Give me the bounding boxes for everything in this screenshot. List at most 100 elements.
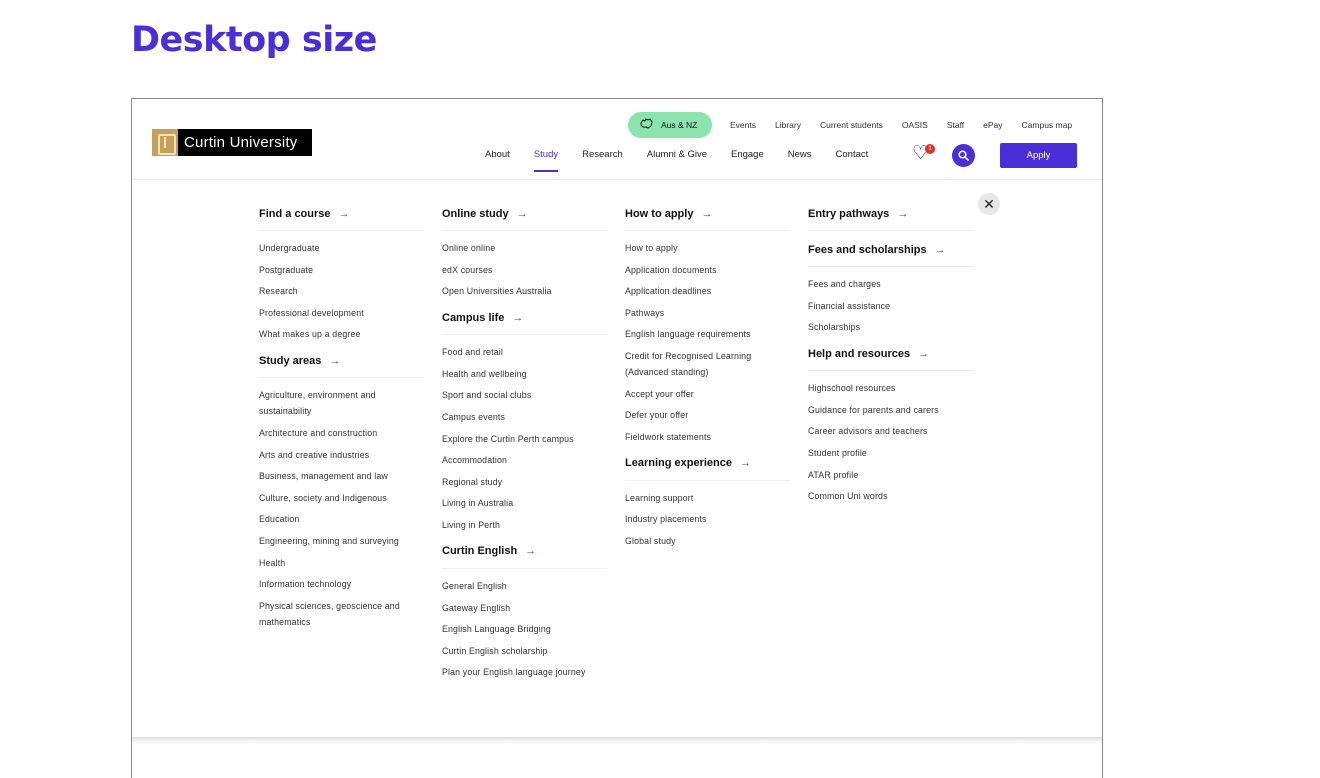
- menu-link-research[interactable]: Research: [259, 283, 429, 299]
- menu-link-campus-events[interactable]: Campus events: [442, 409, 612, 425]
- arrow-right-icon: →: [918, 347, 930, 360]
- menu-link-accept-your-offer[interactable]: Accept your offer: [625, 386, 795, 402]
- menu-link-general-english[interactable]: General English: [442, 578, 612, 594]
- nav-item-news[interactable]: News: [788, 149, 812, 160]
- menu-link-professional-development[interactable]: Professional development: [259, 305, 429, 321]
- menu-column-4: Entry pathways → Fees and scholarships → Fee…: [808, 205, 978, 514]
- close-menu-button[interactable]: ✕: [978, 193, 1000, 215]
- menu-link-financial-assistance[interactable]: Financial assistance: [808, 298, 978, 314]
- menu-link-accommodation[interactable]: Accommodation: [442, 452, 612, 468]
- arrow-right-icon: →: [740, 457, 751, 470]
- menu-link-pathways[interactable]: Pathways: [625, 305, 795, 321]
- menu-link-open-universities-australia[interactable]: Open Universities Australia: [442, 283, 612, 299]
- section-title-how-to-apply[interactable]: How to apply →: [625, 205, 795, 222]
- util-link-staff[interactable]: Staff: [947, 120, 964, 130]
- section-title-entry-pathways[interactable]: Entry pathways →: [808, 205, 978, 222]
- nav-item-alumni-give[interactable]: Alumni & Give: [647, 149, 707, 160]
- section-divider: [625, 230, 790, 231]
- menu-link-health[interactable]: Health: [259, 555, 429, 571]
- menu-link-fieldwork-statements[interactable]: Fieldwork statements: [625, 429, 795, 445]
- menu-link-postgraduate[interactable]: Postgraduate: [259, 262, 429, 278]
- menu-link-information-technology[interactable]: Information technology: [259, 576, 429, 592]
- menu-link-student-profile[interactable]: Student profile: [808, 445, 978, 461]
- util-link-campus-map[interactable]: Campus map: [1022, 120, 1073, 130]
- menu-section-campus-life: Campus life → Food and retail Health and we…: [442, 309, 612, 533]
- menu-link-career-advisors-and-teachers[interactable]: Career advisors and teachers: [808, 423, 978, 439]
- section-title-study-areas[interactable]: Study areas →: [259, 352, 429, 369]
- section-title-label: Entry pathways: [808, 207, 890, 220]
- menu-link-common-uni-words[interactable]: Common Uni words: [808, 488, 978, 504]
- region-selector[interactable]: Aus & NZ: [628, 112, 712, 138]
- apply-button[interactable]: Apply: [1000, 143, 1077, 168]
- menu-link-edx-courses[interactable]: edX courses: [442, 262, 612, 278]
- section-title-campus-life[interactable]: Campus life →: [442, 309, 612, 326]
- menu-link-agriculture-environment-and-sustainability[interactable]: Agriculture, environment and sustainabil…: [259, 387, 429, 419]
- menu-link-scholarships[interactable]: Scholarships: [808, 319, 978, 335]
- section-divider: [808, 230, 973, 231]
- region-label: Aus & NZ: [661, 120, 698, 130]
- menu-link-application-deadlines[interactable]: Application deadlines: [625, 283, 795, 299]
- menu-link-plan-your-english-language-journey[interactable]: Plan your English language journey: [442, 664, 612, 680]
- util-link-events[interactable]: Events: [730, 120, 756, 130]
- nav-item-about[interactable]: About: [485, 149, 510, 160]
- menu-link-architecture-and-construction[interactable]: Architecture and construction: [259, 425, 429, 441]
- section-title-fees-and-scholarships[interactable]: Fees and scholarships →: [808, 241, 978, 258]
- menu-link-defer-your-offer[interactable]: Defer your offer: [625, 407, 795, 423]
- menu-link-what-makes-up-a-degree[interactable]: What makes up a degree: [259, 326, 429, 342]
- menu-link-sport-and-social-clubs[interactable]: Sport and social clubs: [442, 387, 612, 403]
- menu-link-arts-and-creative-industries[interactable]: Arts and creative industries: [259, 447, 429, 463]
- menu-link-engineering-mining-and-surveying[interactable]: Engineering, mining and surveying: [259, 533, 429, 549]
- menu-link-regional-study[interactable]: Regional study: [442, 474, 612, 490]
- section-title-label: Fees and scholarships: [808, 243, 927, 256]
- menu-link-application-documents[interactable]: Application documents: [625, 262, 795, 278]
- util-link-epay[interactable]: ePay: [983, 120, 1002, 130]
- arrow-right-icon: →: [512, 311, 524, 324]
- menu-link-health-and-wellbeing[interactable]: Health and wellbeing: [442, 366, 612, 382]
- section-title-learning-experience[interactable]: Learning experience →: [625, 455, 795, 472]
- menu-link-culture-society-and-indigenous[interactable]: Culture, society and Indigenous: [259, 490, 429, 506]
- util-link-current-students[interactable]: Current students: [820, 120, 883, 130]
- menu-link-how-to-apply[interactable]: How to apply: [625, 240, 795, 256]
- section-divider: [808, 266, 973, 267]
- section-title-help-and-resources[interactable]: Help and resources →: [808, 345, 978, 362]
- menu-link-explore-the-curtin-perth-campus[interactable]: Explore the Curtin Perth campus: [442, 431, 612, 447]
- util-link-library[interactable]: Library: [775, 120, 801, 130]
- menu-link-guidance-for-parents-and-carers[interactable]: Guidance for parents and carers: [808, 402, 978, 418]
- menu-link-highschool-resources[interactable]: Highschool resources: [808, 380, 978, 396]
- menu-link-industry-placements[interactable]: Industry placements: [625, 511, 795, 527]
- menu-link-english-language-bridging[interactable]: English Language Bridging: [442, 621, 612, 637]
- menu-link-online-online[interactable]: Online online: [442, 240, 612, 256]
- menu-link-global-study[interactable]: Global study: [625, 533, 795, 549]
- section-title-online-study[interactable]: Online study →: [442, 205, 612, 222]
- nav-item-study[interactable]: Study: [533, 149, 559, 172]
- menu-link-living-in-perth[interactable]: Living in Perth: [442, 517, 612, 533]
- section-title-find-a-course[interactable]: Find a course →: [259, 205, 429, 222]
- curtin-logo[interactable]: Curtin University: [152, 129, 312, 156]
- menu-link-living-in-australia[interactable]: Living in Australia: [442, 495, 612, 511]
- nav-item-contact[interactable]: Contact: [836, 149, 869, 160]
- menu-link-business-management-and-law[interactable]: Business, management and law: [259, 468, 429, 484]
- menu-link-curtin-english-scholarship[interactable]: Curtin English scholarship: [442, 643, 612, 659]
- shortlist-button[interactable]: ♡ 1: [912, 144, 935, 165]
- menu-section-learning-experience: Learning experience → Learning support Indu…: [625, 455, 795, 549]
- menu-link-fees-and-charges[interactable]: Fees and charges: [808, 276, 978, 292]
- search-button[interactable]: [952, 144, 975, 167]
- menu-link-learning-support[interactable]: Learning support: [625, 490, 795, 506]
- menu-link-gateway-english[interactable]: Gateway English: [442, 600, 612, 616]
- menu-link-education[interactable]: Education: [259, 511, 429, 527]
- menu-link-food-and-retail[interactable]: Food and retail: [442, 344, 612, 360]
- menu-link-english-language-requirements[interactable]: English language requirements: [625, 326, 795, 342]
- section-title-label: How to apply: [625, 207, 694, 220]
- header-divider: [132, 179, 1102, 180]
- section-title-curtin-english[interactable]: Curtin English →: [442, 543, 612, 560]
- nav-item-engage[interactable]: Engage: [731, 149, 764, 160]
- menu-link-physical-sciences-geoscience-and-mathematics[interactable]: Physical sciences, geoscience and mathem…: [259, 598, 429, 630]
- menu-link-atar-profile[interactable]: ATAR profile: [808, 467, 978, 483]
- util-link-oasis[interactable]: OASIS: [902, 120, 928, 130]
- menu-section-how-to-apply: How to apply → How to apply Application doc…: [625, 205, 795, 445]
- nav-item-research[interactable]: Research: [582, 149, 623, 160]
- menu-section-help-and-resources: Help and resources → Highschool resources G…: [808, 345, 978, 504]
- menu-section-fees-and-scholarships: Fees and scholarships → Fees and charges Fi…: [808, 241, 978, 335]
- menu-link-undergraduate[interactable]: Undergraduate: [259, 240, 429, 256]
- menu-link-credit-for-recognised-learning-advanced-standing[interactable]: Credit for Recognised Learning (Advanced…: [625, 348, 795, 380]
